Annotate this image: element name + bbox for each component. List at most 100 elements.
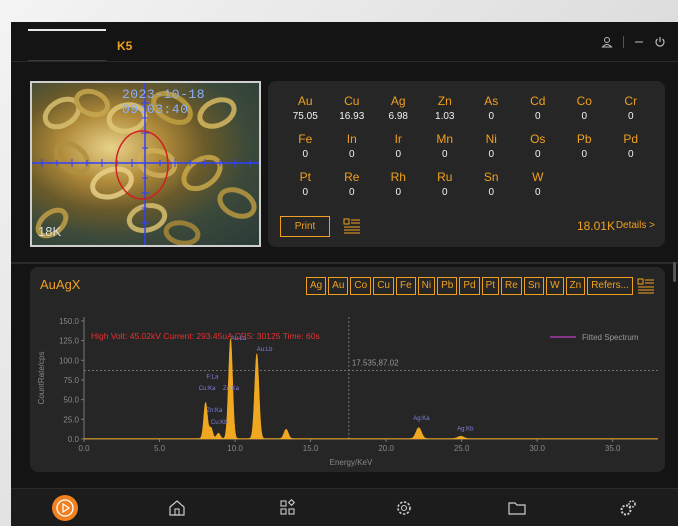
element-filter-button[interactable]: Pb — [437, 277, 458, 295]
element-cell: In 0 — [329, 130, 376, 166]
logo-bar — [28, 29, 106, 31]
print-button[interactable]: Print — [280, 216, 330, 237]
element-value: 0 — [488, 187, 495, 198]
element-cell: Cr 0 — [608, 92, 655, 128]
spectrum-list-icon[interactable] — [637, 277, 655, 295]
element-filter-button[interactable]: Re — [501, 277, 522, 295]
bottom-nav — [11, 488, 678, 526]
element-cell: Zn 1.03 — [422, 92, 469, 128]
element-value: 0 — [581, 149, 588, 160]
x-axis-label: Energy/KeV — [330, 458, 373, 467]
element-value: 0 — [627, 111, 634, 122]
peak-label: Ag:Ka — [413, 416, 430, 422]
details-link[interactable]: Details > — [616, 220, 655, 231]
element-filter-button[interactable]: Zn — [565, 277, 586, 295]
apps-icon[interactable] — [278, 498, 298, 518]
peak-label: Zn:Ka — [223, 386, 240, 392]
element-symbol: Ag — [390, 94, 406, 108]
element-value: 0 — [627, 149, 634, 160]
user-icon[interactable] — [601, 36, 613, 48]
y-tick-label: 100.0 — [59, 356, 80, 365]
element-filter-button[interactable]: W — [546, 277, 564, 295]
element-filter-buttons: Ag Au Co Cu Fe Ni Pb Pd Pt Re Sn W Zn Refers... — [305, 277, 655, 295]
element-symbol: Rh — [390, 170, 406, 184]
element-cell: Mn 0 — [422, 130, 469, 166]
x-tick-label: 35.0 — [605, 444, 621, 453]
element-cell: Ir 0 — [375, 130, 422, 166]
x-tick-label: 5.0 — [154, 444, 166, 453]
top-bar: K5 — [11, 22, 678, 62]
element-value: 0 — [488, 149, 495, 160]
element-filter-button[interactable]: Ni — [417, 277, 436, 295]
cps-value: 18.01K — [576, 219, 615, 233]
measurement-panel: 2023-10-18 09:03:40 18K Au 75.05 Cu 16.93 Ag… — [11, 63, 678, 263]
peak-label: Zn:Ka — [206, 408, 223, 414]
y-tick-label: 75.0 — [63, 376, 79, 385]
element-cell: Os 0 — [515, 130, 562, 166]
x-tick-label: 25.0 — [454, 444, 470, 453]
element-filter-button[interactable]: Pt — [481, 277, 500, 295]
element-filter-button[interactable]: Co — [350, 277, 372, 295]
x-tick-label: 10.0 — [227, 444, 243, 453]
element-cell: Pd 0 — [608, 130, 655, 166]
settings-icon[interactable] — [394, 498, 414, 518]
measurement-info: High Volt: 45.02kV Current: 293.45uA CPS… — [91, 331, 320, 341]
element-cell: As 0 — [468, 92, 515, 128]
element-value: 0 — [395, 149, 402, 160]
y-tick-label: 125.0 — [59, 337, 80, 346]
start-test-button[interactable] — [52, 495, 78, 521]
element-filter-button[interactable]: Refers... — [587, 277, 633, 295]
logo-underline — [28, 60, 106, 61]
camera-view[interactable]: 2023-10-18 09:03:40 18K — [30, 81, 261, 247]
element-symbol: Fe — [298, 132, 313, 146]
element-symbol: Zn — [437, 94, 452, 108]
folder-icon[interactable] — [507, 498, 527, 518]
element-value: 16.93 — [339, 111, 365, 122]
element-filter-button[interactable]: Fe — [396, 277, 416, 295]
peak-label: Cu:Ka — [199, 386, 216, 392]
x-tick-label: 0.0 — [78, 444, 90, 453]
element-filter-button[interactable]: Au — [328, 277, 349, 295]
element-value: 0 — [395, 187, 402, 198]
element-cell: Au 75.05 — [282, 92, 329, 128]
element-cell: Ni 0 — [468, 130, 515, 166]
home-icon[interactable] — [167, 498, 187, 518]
peak-label: F:La — [206, 374, 219, 380]
peak-label: Au:Lb — [257, 347, 273, 353]
element-cell: Co 0 — [561, 92, 608, 128]
spectrum-title: AuAgX — [40, 277, 81, 292]
element-cell: Ag 6.98 — [375, 92, 422, 128]
power-icon[interactable] — [654, 36, 666, 48]
peak-label: Cu:Kb — [211, 420, 228, 426]
list-view-icon[interactable] — [343, 217, 361, 235]
spectrum-panel: AuAgX Ag Au Co Cu Fe Ni Pb Pd Pt Re Sn W Zn Refers...… — [30, 267, 665, 472]
element-cell: Re 0 — [329, 168, 376, 204]
element-cell: Fe 0 — [282, 130, 329, 166]
element-symbol: Pt — [299, 170, 311, 184]
element-filter-button[interactable]: Cu — [373, 277, 394, 295]
element-symbol: In — [346, 132, 357, 146]
cursor-label: 17.535,87.02 — [352, 359, 399, 368]
element-symbol: Re — [344, 170, 360, 184]
element-filter-button[interactable]: Sn — [523, 277, 545, 295]
element-symbol: Sn — [483, 170, 499, 184]
element-value: 0 — [348, 187, 355, 198]
spectrum-area — [83, 338, 659, 440]
element-grid: Au 75.05 Cu 16.93 Ag 6.98 Zn 1.03 As 0 Cd 0 Co 0 Cr 0 Fe… — [282, 92, 654, 204]
element-symbol: Ni — [485, 132, 497, 146]
element-value: 0 — [534, 111, 541, 122]
camera-timestamp: 2023-10-18 09:03:40 — [122, 87, 206, 117]
scrollbar[interactable] — [673, 262, 676, 282]
element-filter-button[interactable]: Ag — [305, 277, 327, 295]
element-symbol: Co — [576, 94, 592, 108]
minimize-icon[interactable] — [634, 36, 644, 48]
y-axis-label: CountRate/cps — [37, 352, 46, 405]
spectrum-chart[interactable]: 0.0 25.0 50.0 75.0 100.0 125.0 150.0 0.0 5.0 10.0… — [30, 312, 665, 472]
peak-label: Ag:Kb — [457, 426, 474, 432]
element-value: 0 — [534, 187, 541, 198]
element-cell: Ru 0 — [422, 168, 469, 204]
element-symbol: Cd — [530, 94, 546, 108]
element-cell: Sn 0 — [468, 168, 515, 204]
advanced-settings-icon[interactable] — [618, 498, 638, 518]
element-filter-button[interactable]: Pd — [459, 277, 480, 295]
